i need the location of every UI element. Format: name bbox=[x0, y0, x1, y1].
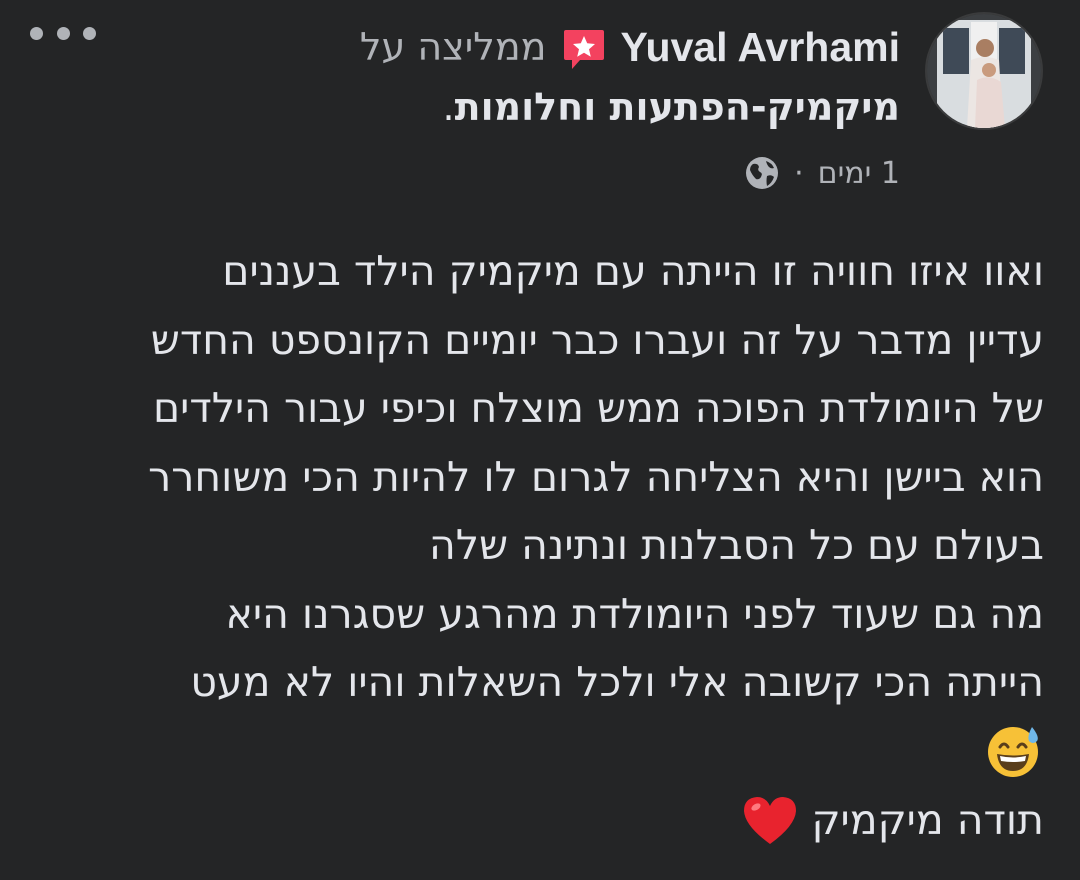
header-line-page: מיקמיק-הפתעות וחלומות. bbox=[280, 76, 900, 138]
header-line-author: Yuval Avrhami ממליצה על bbox=[280, 18, 900, 76]
body-line: של היומולדת הפוכה ממש מוצלח וכיפי עבור ה… bbox=[152, 384, 1044, 432]
body-line: הייתה הכי קשובה אלי ולכל השאלות והיו לא … bbox=[190, 658, 1044, 706]
more-dot bbox=[30, 26, 43, 40]
more-dot bbox=[56, 26, 70, 40]
grinning-sweat-emoji-icon bbox=[988, 726, 1038, 777]
post-body: ואוו איזו חוויה זו הייתה עם מיקמיק הילד … bbox=[34, 237, 1044, 855]
more-dot bbox=[83, 26, 96, 40]
emoji-line bbox=[34, 717, 1044, 785]
body-line: ואוו איזו חוויה זו הייתה עם מיקמיק הילד … bbox=[222, 247, 1044, 295]
post-meta: 1 ימים · bbox=[280, 150, 900, 196]
recommend-star-icon bbox=[564, 30, 605, 69]
body-line: בעולם עם כל הסבלנות ונתינה שלה bbox=[428, 521, 1044, 569]
body-line: עדיין מדבר על זה ועברו כבר יומיים הקונספ… bbox=[150, 315, 1044, 364]
body-line: הוא ביישן והיא הצליחה לגרום לו להיות הכי… bbox=[148, 452, 1044, 501]
post-header: Yuval Avrhami ממליצה על מיקמיק-הפתעות וח… bbox=[280, 18, 900, 196]
more-options-icon[interactable] bbox=[30, 20, 96, 46]
globe-icon[interactable] bbox=[744, 155, 780, 191]
thanks-line: תודה מיקמיק bbox=[34, 785, 1044, 855]
meta-separator: · bbox=[794, 155, 804, 191]
body-line: מה גם שעוד לפני היומולדת מהרגע שסגרנו הי… bbox=[225, 589, 1044, 638]
red-heart-emoji-icon bbox=[744, 796, 797, 844]
avatar-photo bbox=[927, 14, 1041, 128]
thanks-text: תודה מיקמיק bbox=[811, 795, 1044, 844]
post-time[interactable]: 1 ימים bbox=[818, 156, 900, 191]
page-suffix: . bbox=[442, 85, 455, 129]
recommends-label: ממליצה על bbox=[359, 25, 547, 69]
author-name[interactable]: Yuval Avrhami bbox=[620, 24, 900, 71]
page-name-link[interactable]: מיקמיק-הפתעות וחלומות bbox=[455, 85, 900, 129]
avatar[interactable] bbox=[925, 12, 1043, 130]
